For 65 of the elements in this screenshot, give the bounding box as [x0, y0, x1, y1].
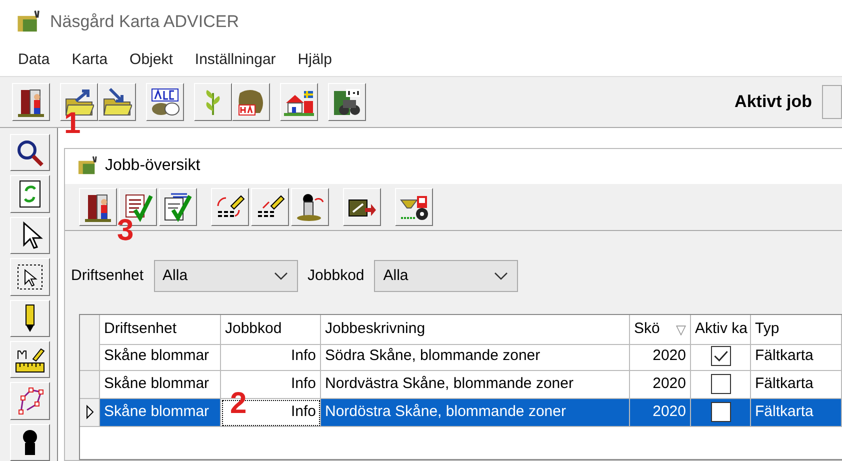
- table-cell: Skåne blommar: [100, 398, 221, 427]
- filter-dropdown[interactable]: Alla: [374, 260, 518, 292]
- checkbox[interactable]: [710, 402, 730, 422]
- table-cell: Nordöstra Skåne, blommande zoner: [321, 398, 630, 427]
- polygon-button[interactable]: [10, 382, 50, 420]
- select-area-button[interactable]: [10, 258, 50, 296]
- exit-button[interactable]: [79, 188, 117, 226]
- measure-button[interactable]: [10, 340, 50, 378]
- menu-item[interactable]: Data: [18, 48, 50, 72]
- table-cell: 2020: [630, 398, 691, 427]
- column-header[interactable]: Driftsenhet: [100, 314, 221, 345]
- active-job-field[interactable]: [822, 85, 842, 119]
- refresh-button[interactable]: [10, 175, 50, 213]
- window-title: Näsgård Karta ADVICER: [50, 11, 239, 34]
- sort-icon[interactable]: ▽: [676, 320, 686, 340]
- filter-label: Jobbkod: [308, 266, 364, 286]
- table-cell: Fältkarta: [751, 342, 842, 371]
- row-header: [80, 314, 100, 345]
- column-header[interactable]: Aktiv ka: [691, 314, 751, 345]
- table-cell: 2020: [630, 342, 691, 371]
- pencil-button[interactable]: [10, 300, 50, 337]
- filter-dropdown[interactable]: Alla: [154, 260, 298, 292]
- table-cell: Södra Skåne, blommande zoner: [321, 342, 630, 371]
- table-cell: Skåne blommar: [100, 342, 221, 371]
- field-area-button[interactable]: [232, 83, 270, 121]
- label-button[interactable]: [146, 83, 184, 121]
- filter-label: Driftsenhet: [71, 266, 144, 286]
- window-title: Jobb-översikt: [105, 156, 200, 176]
- binoculars-button[interactable]: [328, 83, 366, 121]
- menu-item[interactable]: Objekt: [130, 48, 173, 72]
- binoculars-icon: [332, 87, 362, 117]
- row-pointer-icon: [84, 404, 94, 420]
- row-header[interactable]: [80, 398, 100, 427]
- search-button[interactable]: [10, 134, 50, 172]
- menu-item[interactable]: Inställningar: [194, 48, 276, 72]
- checklist-icon: [163, 192, 193, 222]
- farm-button[interactable]: [280, 83, 318, 121]
- spreader-button[interactable]: [395, 188, 433, 226]
- label-icon: [150, 87, 180, 117]
- pointer-button[interactable]: [10, 216, 50, 254]
- field-area-icon: [236, 87, 266, 117]
- table-cell: Info: [221, 342, 321, 371]
- menu-item[interactable]: Hjälp: [298, 48, 332, 72]
- table-cell: Fältkarta: [751, 398, 842, 427]
- import-folder-icon: [102, 87, 132, 117]
- edit-list-button[interactable]: [251, 188, 289, 226]
- export-button[interactable]: [343, 188, 381, 226]
- select-area-icon: [15, 262, 45, 292]
- checkbox[interactable]: [710, 346, 730, 366]
- edit-list-button[interactable]: [211, 188, 249, 226]
- menu-item[interactable]: Karta: [72, 48, 108, 72]
- checkbox[interactable]: [710, 374, 730, 394]
- column-header[interactable]: Jobbeskrivning: [321, 314, 630, 345]
- column-header[interactable]: Typ: [751, 314, 842, 345]
- exit-icon: [16, 87, 46, 117]
- exit-icon: [83, 192, 113, 222]
- import-folder-button[interactable]: [98, 83, 136, 121]
- search-icon: [15, 138, 45, 168]
- exit-button[interactable]: [12, 83, 50, 121]
- checklist-button[interactable]: [159, 188, 197, 226]
- crop-button[interactable]: [194, 83, 232, 121]
- person-button[interactable]: [10, 424, 50, 461]
- active-job-label: Aktivt job: [734, 91, 812, 114]
- column-header[interactable]: Jobbkod: [221, 314, 321, 345]
- column-header[interactable]: Skö ▽: [630, 314, 691, 345]
